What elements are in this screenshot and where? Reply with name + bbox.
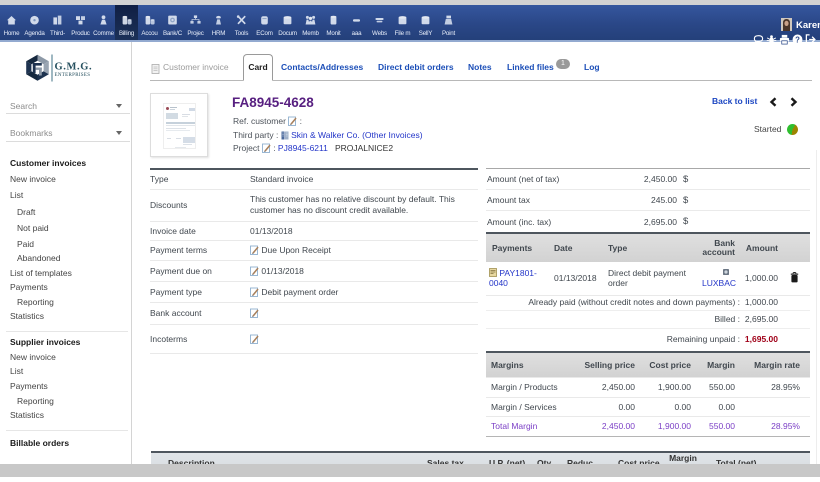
svg-text:ENTERPRISES: ENTERPRISES	[55, 73, 91, 78]
svg-text:G.M.G.: G.M.G.	[55, 62, 93, 73]
svg-text:?: ?	[795, 35, 800, 44]
